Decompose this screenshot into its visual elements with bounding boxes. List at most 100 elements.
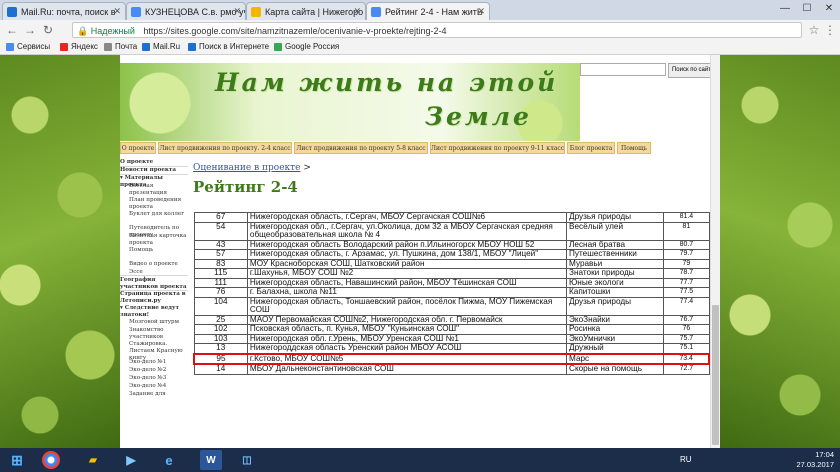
sidebar-item[interactable]: О проекте xyxy=(120,159,188,166)
sidebar-item[interactable]: ▾ Следствие ведут знатоки! xyxy=(120,305,188,319)
sidebar-divider xyxy=(120,174,188,175)
table-row: 83 МОУ Красноборская СОШ, Шатковский райо… xyxy=(193,258,710,269)
close-icon[interactable]: ✕ xyxy=(477,6,485,17)
bookmarks-bar: Сервисы Яндекс Почта Mail.Ru Поиск в Инт… xyxy=(0,40,840,55)
cell-school: Нижегородская область Володарский район … xyxy=(246,239,568,250)
address-bar[interactable]: 🔒 Надежный https://sites.google.com/site… xyxy=(72,22,802,38)
cell-team: Росинка xyxy=(566,324,665,335)
google-icon xyxy=(131,6,141,17)
table-row: 111 Нижегородская область, Навашинский ра… xyxy=(193,277,710,288)
maximize-icon[interactable]: ☐ xyxy=(796,0,818,20)
windows-start-icon[interactable]: ⊞ xyxy=(4,450,30,470)
nav-sheet-5-8[interactable]: Лист продвижения по проекту 5-8 класс xyxy=(294,142,428,154)
breadcrumb-link[interactable]: Оценивание в проекте xyxy=(193,163,300,173)
bookmark-search[interactable]: Поиск в Интернете xyxy=(188,40,269,54)
nav-about[interactable]: О проекте xyxy=(120,142,156,154)
sidebar-item[interactable]: Новости проекта xyxy=(120,167,188,174)
sidebar-item[interactable]: Веселая презентация xyxy=(129,183,187,197)
tab-sitemap[interactable]: Карта сайта | Нижегоро ✕ xyxy=(246,2,366,20)
bookmark-mailru[interactable]: Mail.Ru xyxy=(142,40,180,54)
close-icon[interactable]: ✕ xyxy=(113,6,121,17)
banner-line1: Нам жить на этой xyxy=(215,68,559,97)
table-row: 57 Нижегородская область, г. Арзамас, ул.… xyxy=(193,249,710,260)
sidebar-item[interactable]: Страница проекта в Летописи.ру xyxy=(120,291,188,305)
mailru-icon xyxy=(142,43,150,51)
bookmark-label: Google Россия xyxy=(285,42,340,51)
bookmark-label: Почта xyxy=(115,42,138,51)
windows-taskbar: ⊞ ▰ ▶ e W ◫ RU 17:04 27.03.2017 xyxy=(0,448,840,472)
tab-label: Mail.Ru: почта, поиск в xyxy=(21,6,116,17)
bookmark-yandex[interactable]: Яндекс xyxy=(60,40,98,54)
site-sidebar: О проекте Новости проекта ▾ Материалы прое… xyxy=(120,159,188,448)
sidebar-item[interactable]: Эко-дело №1 xyxy=(129,359,187,366)
cell-school: Нижегородская область, г. Арзамас, ул. П… xyxy=(246,249,568,260)
tab-rating[interactable]: Рейтинг 2-4 - Нам житЬ ✕ xyxy=(366,2,490,20)
sidebar-divider xyxy=(120,166,188,167)
close-icon[interactable]: ✕ xyxy=(353,6,361,17)
nav-help[interactable]: Помощь xyxy=(617,142,651,154)
sidebar-item[interactable]: Эко-дело №2 xyxy=(129,367,187,374)
cell-team: ЭкоЗнайки xyxy=(566,314,665,325)
minimize-icon[interactable]: — xyxy=(774,0,796,20)
bookmark-google[interactable]: Google Россия xyxy=(274,40,339,54)
cell-number: 115 xyxy=(193,268,248,279)
sidebar-item[interactable]: Буклет для коллег xyxy=(129,211,187,218)
tab-bar: Mail.Ru: почта, поиск в ✕ КУЗНЕЦОВА С.в.… xyxy=(0,0,840,20)
sidebar-item[interactable]: Мозговой штурм xyxy=(129,319,187,326)
nav-blog[interactable]: Блог проекта xyxy=(567,142,615,154)
sidebar-item[interactable]: География участников проекта xyxy=(120,277,188,291)
sidebar-item[interactable]: Эко-дело №4 xyxy=(129,383,187,390)
clock[interactable]: 17:04 27.03.2017 xyxy=(796,450,834,470)
cell-number: 14 xyxy=(193,363,248,375)
table-row: 115 г.Шахунья, МБОУ СОШ №2 Знатоки природы… xyxy=(193,268,710,279)
close-icon[interactable]: ✕ xyxy=(233,6,241,17)
forward-icon[interactable]: → xyxy=(22,22,38,38)
word-icon[interactable]: W xyxy=(200,450,222,470)
menu-icon[interactable]: ⋮ xyxy=(822,22,838,38)
secure-label: Надежный xyxy=(90,26,135,36)
banner-title-line2: Земле xyxy=(425,101,575,133)
sidebar-item[interactable]: Видео о проекте xyxy=(129,261,187,268)
folder-icon[interactable]: ▰ xyxy=(82,450,104,470)
mailru-icon xyxy=(188,43,196,51)
sidebar-divider xyxy=(120,275,188,276)
lock-icon: 🔒 xyxy=(77,26,89,36)
page-scrollbar[interactable] xyxy=(710,55,720,448)
close-window-icon[interactable]: ✕ xyxy=(818,0,840,20)
cell-team: Капитошки xyxy=(566,287,665,298)
chrome-icon[interactable] xyxy=(42,451,60,469)
media-player-icon[interactable]: ▶ xyxy=(120,450,142,470)
sidebar-item[interactable]: Знакомство участников xyxy=(129,327,187,341)
rating-table: 67 Нижегородская область, г.Сергач, МБОУ … xyxy=(192,212,711,375)
sidebar-item[interactable]: Помощь xyxy=(129,247,187,254)
cell-school: МБОУ Дальнеконстантиновская СОШ xyxy=(246,363,568,375)
star-icon[interactable]: ☆ xyxy=(806,22,822,38)
back-icon[interactable]: ← xyxy=(4,22,20,38)
tab-kuznetsova[interactable]: КУЗНЕЦОВА С.в. рмо уч ✕ xyxy=(126,2,246,20)
tab-mailru[interactable]: Mail.Ru: почта, поиск в ✕ xyxy=(2,2,126,20)
scrollbar-thumb[interactable] xyxy=(712,305,719,445)
cell-number: 83 xyxy=(193,258,248,269)
table-row: 95 г.Кстово, МБОУ СОШ№5 Марс 73.4 xyxy=(192,352,711,365)
reload-icon[interactable]: ↻ xyxy=(40,22,56,38)
app-icon[interactable]: ◫ xyxy=(236,450,258,470)
internet-explorer-icon[interactable]: e xyxy=(158,450,180,470)
bookmark-mail[interactable]: Почта xyxy=(104,40,137,54)
sidebar-item[interactable]: Визитная карточка проекта xyxy=(129,233,187,247)
sidebar-item[interactable]: Эко-дело №3 xyxy=(129,375,187,382)
cell-school: Псковская область, п. Кунья, МБОУ "Куньи… xyxy=(246,324,568,335)
cell-school: Нижегородская область, Тоншаевский район… xyxy=(246,296,568,316)
nav-sheet-2-4[interactable]: Лист продвижения по проекту. 2-4 класс xyxy=(158,142,292,154)
background-leaves-right xyxy=(720,55,840,448)
cell-score: 73.4 xyxy=(663,352,711,365)
cell-score: 81 xyxy=(663,221,710,241)
sidebar-item[interactable]: План проведения проекта xyxy=(129,197,187,211)
nav-sheet-9-11[interactable]: Лист продвижения по проекту 9-11 класс xyxy=(430,142,565,154)
breadcrumb-separator: > xyxy=(303,163,311,173)
site-search-input[interactable] xyxy=(580,63,666,76)
new-tab-button[interactable] xyxy=(492,2,512,20)
bookmark-services[interactable]: Сервисы xyxy=(6,40,50,54)
cell-team: Знатоки природы xyxy=(566,268,665,279)
language-indicator[interactable]: RU xyxy=(680,455,692,464)
sidebar-item[interactable]: Задание для xyxy=(129,391,187,398)
